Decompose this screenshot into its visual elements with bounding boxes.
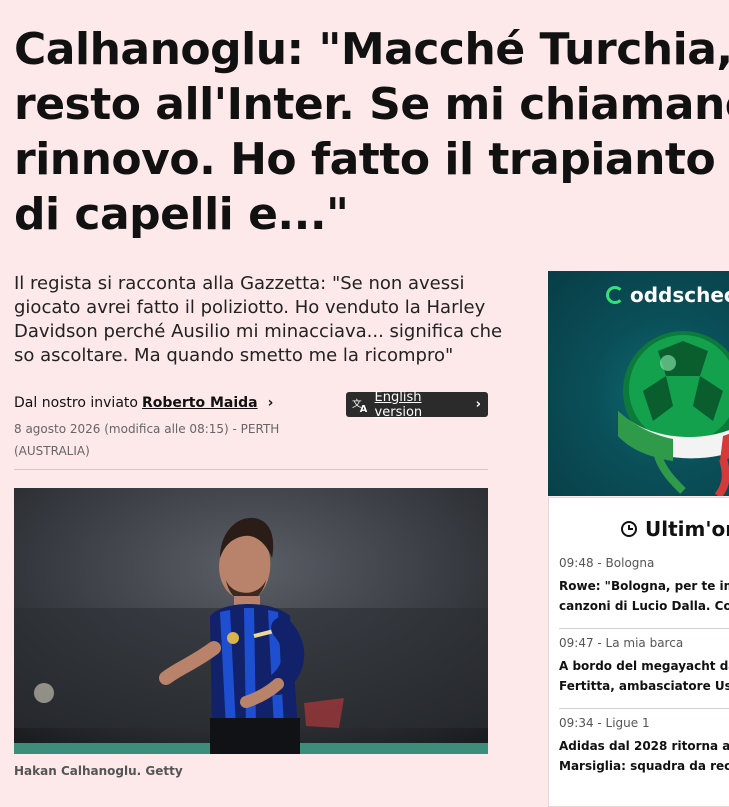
date-line: 8 agosto 2026 (modifica alle 08:15) - PE…: [14, 422, 280, 436]
football-trophy-icon: [618, 331, 729, 496]
news-item[interactable]: 09:47 - La mia barca A bordo del megayac…: [559, 636, 729, 696]
divider: [14, 469, 488, 470]
photo-caption: Hakan Calhanoglu. Getty: [14, 764, 183, 778]
news-item[interactable]: 09:34 - Ligue 1 Adidas dal 2028 ritorna …: [559, 716, 729, 776]
english-version-button[interactable]: 文 A English version ›: [346, 389, 488, 420]
news-headline-line: Adidas dal 2028 ritorna all'O: [559, 739, 729, 753]
news-headline[interactable]: Rowe: "Bologna, per te impa canzoni di L…: [559, 576, 729, 616]
article-date: 8 agosto 2026 (modifica alle 08:15) - PE…: [14, 418, 284, 462]
author-link[interactable]: Roberto Maida: [142, 395, 258, 411]
news-headline-line: canzoni di Lucio Dalla. Con T: [559, 599, 729, 613]
latest-news-panel: Ultim'or 09:48 - Bologna Rowe: "Bologna,…: [548, 497, 729, 807]
news-meta: 09:48 - Bologna: [559, 556, 655, 570]
news-meta: 09:34 - Ligue 1: [559, 716, 650, 730]
news-divider: [559, 708, 729, 709]
headline-line: resto all'Inter. Se mi chiamano: [14, 79, 729, 130]
byline: Dal nostro inviato Roberto Maida ›: [14, 395, 273, 411]
summary-line: Il regista si racconta alla Gazzetta: "S…: [14, 273, 465, 294]
news-meta: 09:47 - La mia barca: [559, 636, 684, 650]
byline-prefix: Dal nostro inviato: [14, 395, 138, 411]
chevron-right-icon[interactable]: ›: [268, 395, 274, 411]
headline-line: di capelli e...": [14, 189, 349, 240]
summary-line: giocato avrei fatto il poliziotto. Ho ve…: [14, 297, 486, 318]
translate-icon: 文 A: [352, 397, 368, 413]
svg-text:A: A: [360, 403, 368, 412]
advertisement[interactable]: oddschec: [548, 271, 729, 496]
date-location: (AUSTRALIA): [14, 444, 90, 458]
player-photo-illustration: [14, 488, 488, 754]
clock-icon: [621, 521, 637, 537]
article-summary: Il regista si racconta alla Gazzetta: "S…: [14, 272, 503, 368]
news-headline-line: Marsiglia: squadra da record: [559, 759, 729, 773]
article-headline: Calhanoglu: "Macché Turchia, resto all'I…: [14, 22, 729, 242]
english-version-label: English version: [374, 389, 423, 420]
news-headline-line: Fertitta, ambasciatore Usa: [559, 679, 729, 693]
news-divider: [559, 628, 729, 629]
latest-news-title: Ultim'or: [621, 517, 729, 541]
latest-news-label: Ultim'or: [645, 517, 729, 541]
news-item[interactable]: 09:48 - Bologna Rowe: "Bologna, per te i…: [559, 556, 729, 616]
chevron-right-icon: ›: [475, 397, 481, 412]
news-headline[interactable]: A bordo del megayacht da 4 Fertitta, amb…: [559, 656, 729, 696]
news-headline[interactable]: Adidas dal 2028 ritorna all'O Marsiglia:…: [559, 736, 729, 776]
headline-line: rinnovo. Ho fatto il trapianto: [14, 134, 716, 185]
news-headline-line: A bordo del megayacht da 4: [559, 659, 729, 673]
headline-line: Calhanoglu: "Macché Turchia,: [14, 24, 729, 75]
article-photo: [14, 488, 488, 754]
news-headline-line: Rowe: "Bologna, per te impa: [559, 579, 729, 593]
summary-line: so ascoltare. Ma quando smetto me la ric…: [14, 345, 454, 366]
summary-line: Davidson perché Ausilio mi minacciava...…: [14, 321, 503, 342]
